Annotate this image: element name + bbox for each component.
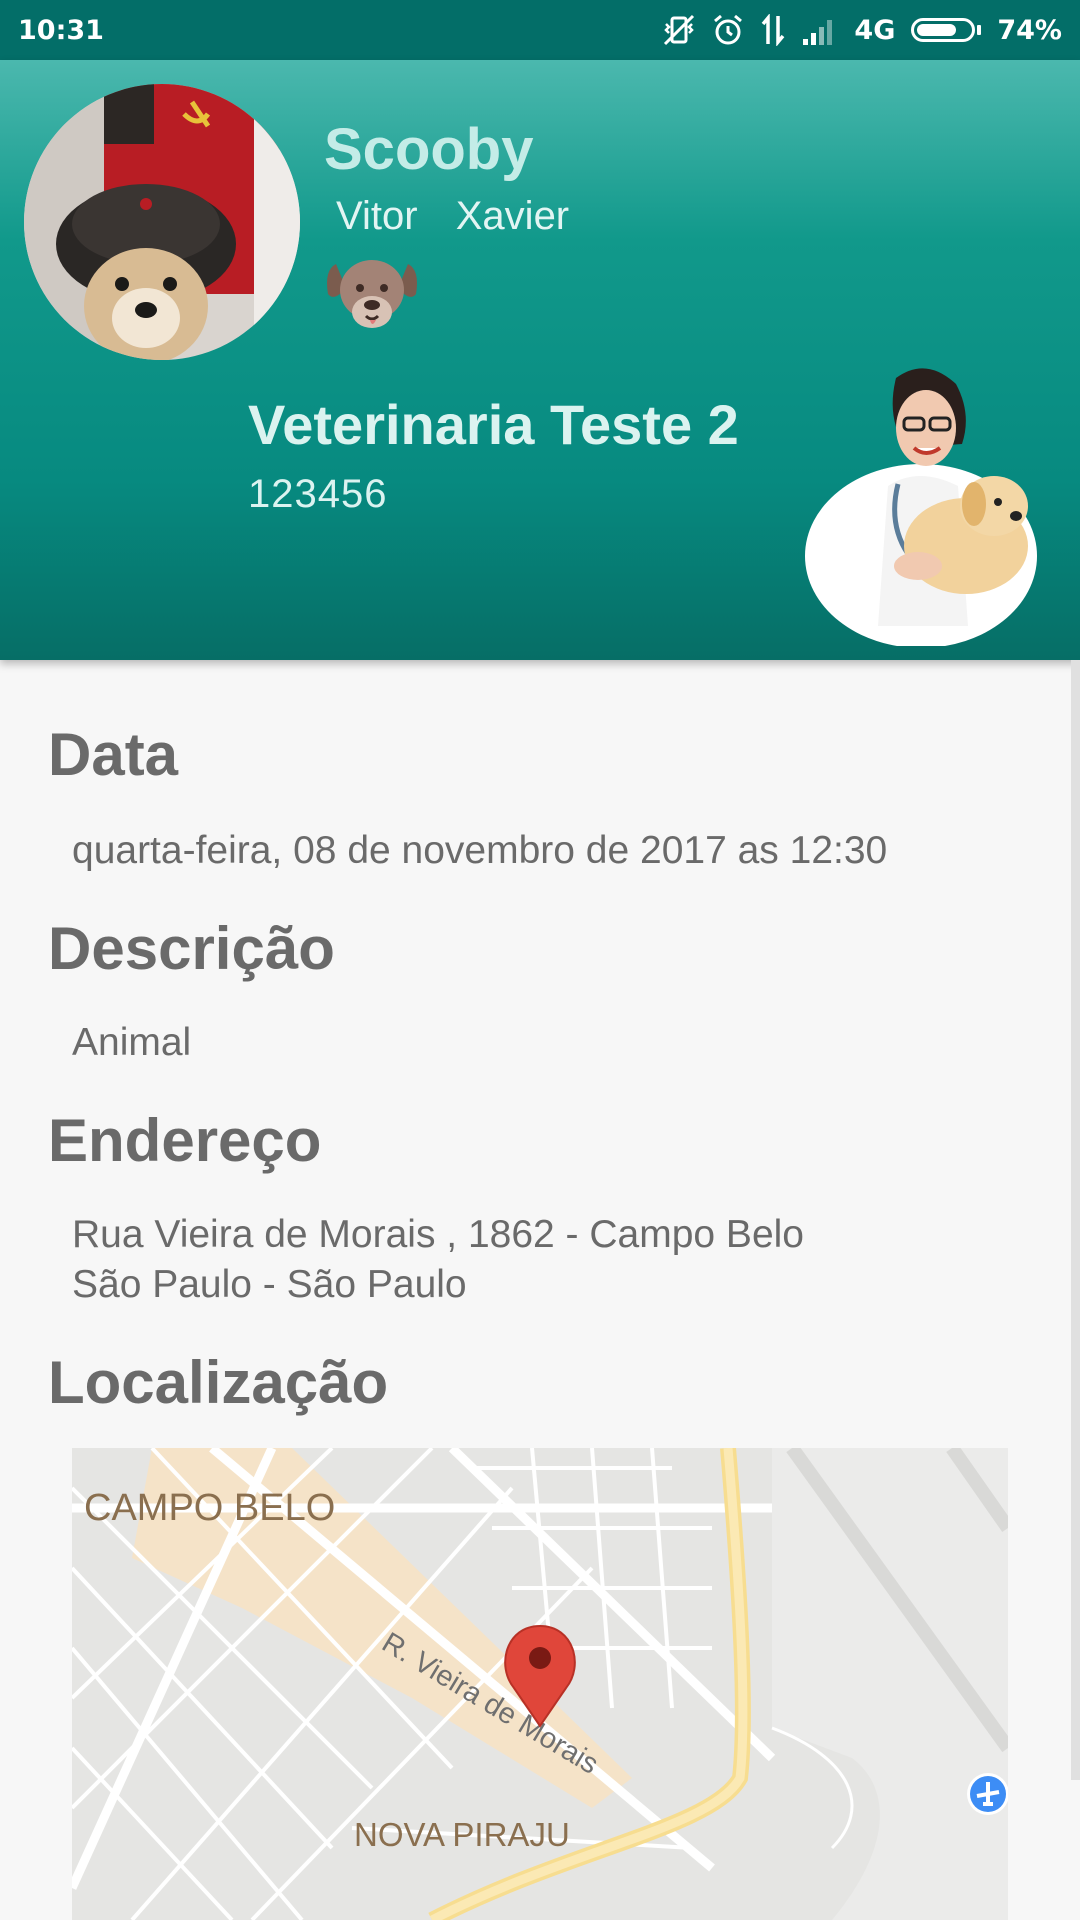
vet-photo[interactable] [798,356,1044,648]
location-title: Localização [48,1349,389,1416]
pet-name: Scooby [324,117,534,182]
network-type: 4G [854,14,896,46]
airport-icon[interactable] [967,1773,1008,1815]
vibrate-off-icon [662,14,696,46]
status-icons: 4G 74% [662,14,1062,46]
address-line-1: Rua Vieira de Morais , 1862 - Campo Belo [72,1213,804,1256]
battery-percent: 74% [997,14,1062,46]
pet-avatar[interactable] [24,84,300,360]
address-title: Endereço [48,1107,322,1174]
status-time: 10:31 [18,14,104,46]
dog-face-icon [322,250,422,336]
date-title: Data [48,721,179,788]
status-bar: 10:31 4G 74% [0,0,1080,60]
owner-name: Vitor Xavier [336,194,570,238]
appointment-header: Scooby Vitor Xavier Veterinaria Teste 2 … [0,60,1080,660]
map-label-nova-piraju: NOVA PIRAJU [354,1816,570,1853]
data-arrows-icon [760,14,786,46]
scrollbar[interactable] [1071,660,1080,1780]
map-canvas: CAMPO BELO R. Vieira de Morais NOVA PIRA… [72,1448,1008,1920]
location-map[interactable]: CAMPO BELO R. Vieira de Morais NOVA PIRA… [72,1448,1008,1920]
map-label-campo-belo: CAMPO BELO [84,1487,335,1529]
date-value: quarta-feira, 08 de novembro de 2017 as … [72,829,888,872]
vet-id: 123456 [248,472,388,516]
address-block: Rua Vieira de Morais , 1862 - Campo Belo… [72,1210,804,1310]
description-title: Descrição [48,915,335,982]
vet-name: Veterinaria Teste 2 [248,393,739,456]
signal-icon [802,15,838,45]
alarm-icon [712,14,744,46]
battery-icon [911,18,982,42]
address-line-2: São Paulo - São Paulo [72,1263,467,1306]
description-value: Animal [72,1021,192,1064]
